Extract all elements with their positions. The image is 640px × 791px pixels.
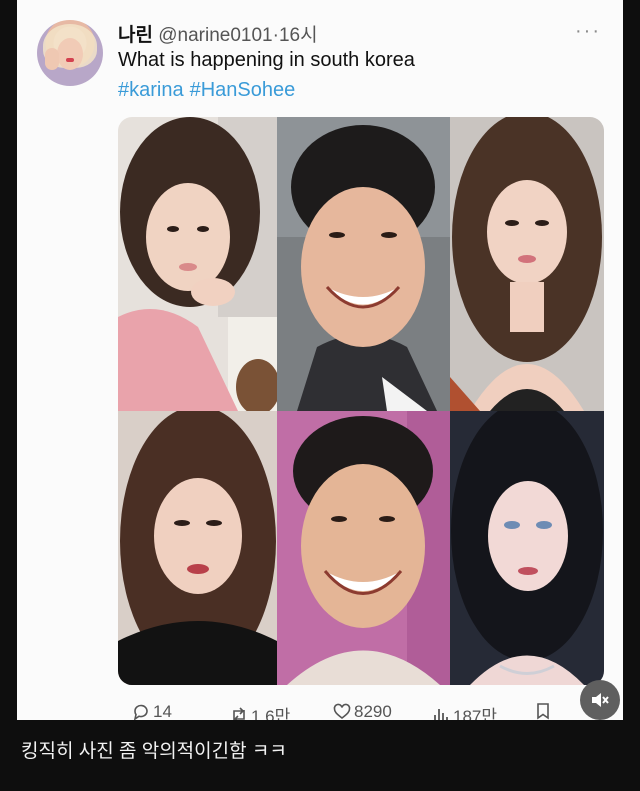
muted-speaker-icon	[592, 693, 609, 707]
photo-tile[interactable]	[450, 411, 604, 685]
reply-button[interactable]: 14	[132, 702, 172, 720]
hashtag-link[interactable]: #karina	[118, 79, 184, 101]
retweet-button[interactable]: 1.6만	[230, 702, 290, 720]
like-button[interactable]: 8290	[333, 702, 392, 720]
tweet-card[interactable]: 나린 @narine0101·16시 ··· What is happening…	[17, 0, 623, 720]
post-caption: 킹직히 사진 좀 악의적이긴함 ㅋㅋ	[21, 741, 287, 762]
hashtag-list: #karina #HanSohee	[118, 79, 301, 102]
photo-tile[interactable]	[277, 117, 450, 411]
photo-tile[interactable]	[118, 411, 277, 685]
retweet-count: 1.6만	[251, 707, 291, 720]
timestamp[interactable]: 16시	[279, 25, 318, 46]
views-button[interactable]: 187만	[432, 702, 497, 720]
tweet-header: 나린 @narine0101·16시	[118, 20, 318, 47]
bookmark-button[interactable]	[534, 702, 552, 720]
views-chart-icon	[434, 708, 448, 720]
photo-tile[interactable]	[118, 117, 277, 411]
heart-icon	[333, 703, 351, 720]
avatar[interactable]	[37, 20, 103, 86]
tweet-text: What is happening in south korea	[118, 49, 415, 71]
reply-count: 14	[153, 702, 172, 720]
reply-icon	[133, 704, 148, 720]
bookmark-icon	[537, 703, 549, 720]
photo-grid[interactable]	[118, 117, 604, 685]
retweet-icon	[233, 706, 245, 720]
photo-tile[interactable]	[277, 411, 450, 685]
photo-tile[interactable]	[450, 117, 604, 411]
like-count: 8290	[354, 702, 392, 720]
display-name[interactable]: 나린	[118, 25, 153, 46]
more-options-icon[interactable]: ···	[575, 20, 601, 43]
views-count: 187만	[453, 707, 498, 720]
hashtag-link[interactable]: #HanSohee	[190, 79, 296, 101]
tweet-action-bar: 14 1.6만 8290 187만	[118, 702, 598, 720]
mute-toggle-button[interactable]	[580, 680, 620, 720]
user-handle[interactable]: @narine0101	[158, 25, 272, 46]
